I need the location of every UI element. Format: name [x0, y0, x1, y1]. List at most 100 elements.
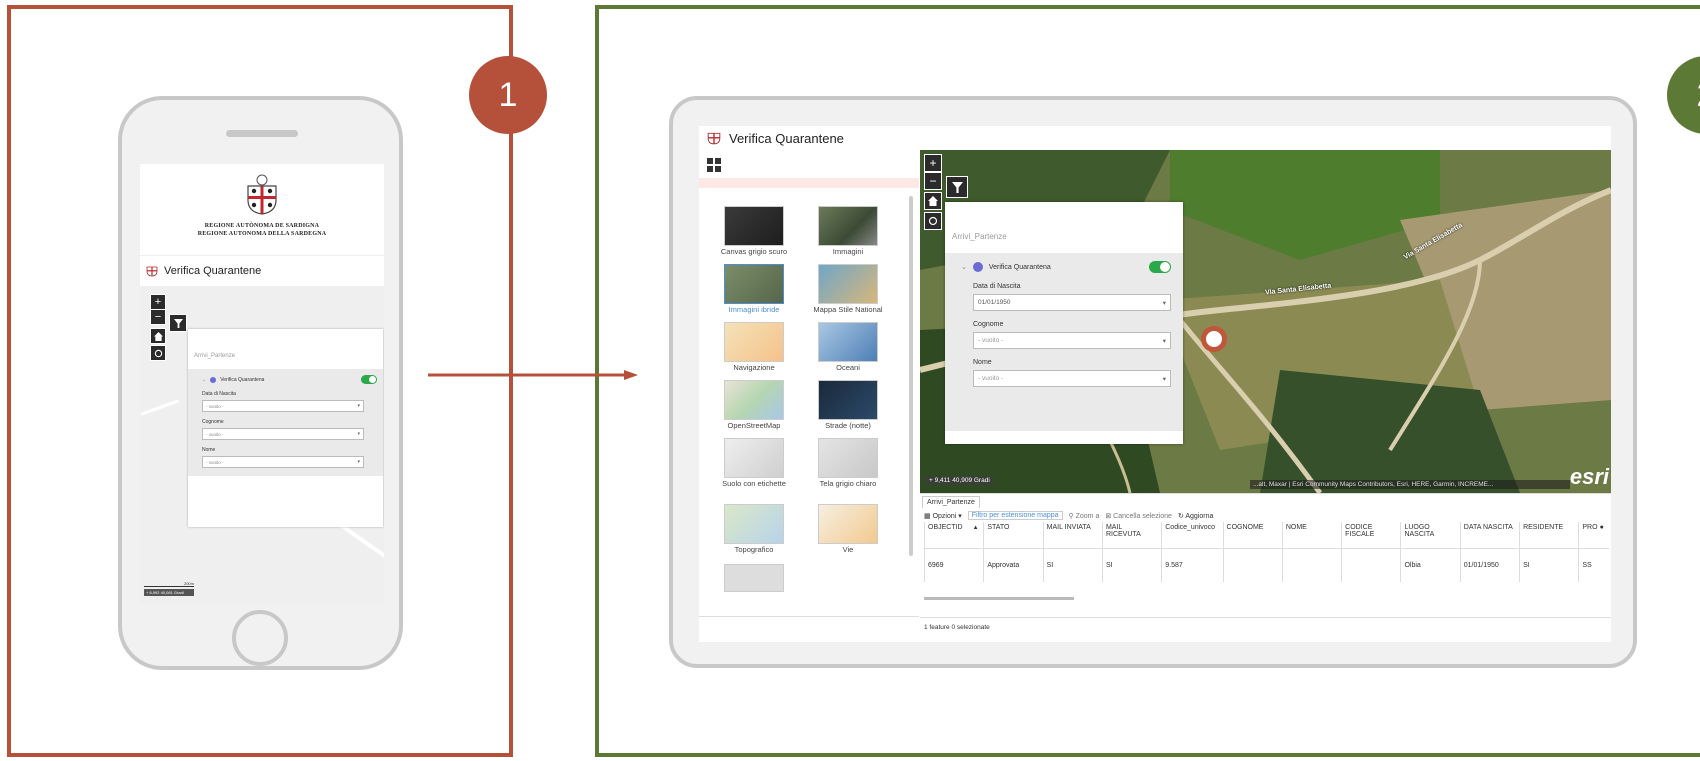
column-header[interactable]: PRO ●	[1578, 522, 1609, 548]
gallery-footer	[699, 616, 919, 642]
home-button[interactable]	[150, 328, 166, 344]
table-horizontal-scrollbar[interactable]	[924, 597, 1074, 600]
osm-thumb	[724, 380, 784, 420]
map-road	[140, 399, 180, 416]
clear-selection-label: Cancella selezione	[1113, 512, 1172, 520]
grid-icon[interactable]	[707, 158, 721, 172]
column-header[interactable]: NOME	[1281, 522, 1342, 548]
options-label: Opzioni ▾	[932, 512, 962, 520]
terrain-thumb	[724, 438, 784, 478]
dark-gray-canvas-thumb	[724, 206, 784, 246]
basemap-national-geographic[interactable]: Mappa Stile National	[805, 264, 891, 314]
filter-button[interactable]	[169, 314, 187, 332]
sort-ascending-icon: ▲	[972, 525, 979, 531]
column-header[interactable]: RESIDENTE	[1519, 522, 1579, 548]
imagery-hybrid-thumb	[724, 264, 784, 304]
surname-select[interactable]: - vuoito -	[202, 428, 364, 440]
locate-button[interactable]	[924, 212, 942, 230]
table-toolbar: ▦ Opzioni ▾ Filtro per estensione mappa …	[924, 511, 1213, 520]
coordinates-readout: + 6,992 40,081 Gradi	[144, 589, 194, 596]
column-header[interactable]: OBJECTID ▲	[923, 522, 984, 548]
basemap-imagery-hybrid[interactable]: Immagini ibride	[711, 264, 797, 314]
region-name-sardinian: REGIONE AUTÒNOMA DE SARDIGNA	[204, 223, 320, 229]
field-label: Cognome	[973, 321, 1004, 328]
basemap-streets-night[interactable]: Strade (notte)	[805, 380, 891, 430]
basemap-label: Tela grigio chiaro	[819, 479, 877, 488]
home-button[interactable]	[924, 192, 942, 210]
layer-color-icon	[210, 376, 217, 383]
basemap-label: Topografico	[734, 545, 774, 554]
attribute-grid: OBJECTID ▲ STATO MAIL INVIATA MAIL RICEV…	[923, 522, 1609, 582]
mobile-map[interactable]: + − Arrivi_Partenze ⌄ Verifica Quaranten…	[140, 286, 384, 604]
chevron-down-icon[interactable]: ⌄	[202, 377, 206, 383]
phone-screen: REGIONE AUTÒNOMA DE SARDIGNA REGIONE AUT…	[140, 164, 384, 604]
layer-toggle[interactable]	[361, 375, 377, 384]
scroll-right-icon[interactable]: ●	[1600, 524, 1604, 531]
feature-marker[interactable]	[1201, 326, 1227, 352]
basemap-label: Immagini ibride	[728, 305, 780, 314]
column-header[interactable]: CODICE FISCALE	[1341, 522, 1401, 548]
gallery-scrollbar[interactable]	[909, 196, 913, 556]
table-cell: SS	[1578, 547, 1609, 582]
basemap-dark-gray[interactable]: Canvas grigio scuro	[711, 206, 797, 256]
zoom-in-button[interactable]: +	[924, 154, 942, 172]
table-cell: SI	[1042, 547, 1103, 582]
locate-button[interactable]	[150, 345, 166, 361]
zoom-in-button[interactable]: +	[150, 294, 166, 310]
filter-by-extent-button[interactable]: Filtro per estensione mappa	[967, 511, 1063, 520]
layer-toggle[interactable]	[1149, 261, 1171, 273]
refresh-button[interactable]: ↻ Aggiorna	[1178, 512, 1213, 520]
light-gray-canvas-thumb	[818, 438, 878, 478]
table-cell: 6969	[923, 547, 984, 582]
basemap-oceans[interactable]: Oceani	[805, 322, 891, 372]
layer-filter-box: ⌄ Verifica Quarantena Data di Nascita 01…	[945, 253, 1183, 431]
zoom-out-button[interactable]: −	[150, 309, 166, 325]
basemap-label: OpenStreetMap	[727, 421, 781, 430]
oceans-thumb	[818, 322, 878, 362]
birthdate-select[interactable]: - vuoito -	[202, 400, 364, 412]
step-1-badge: 1	[469, 56, 547, 134]
column-header[interactable]: LUOGO NASCITA	[1400, 522, 1461, 548]
clear-selection-button[interactable]: ⊠ Cancella selezione	[1105, 512, 1172, 520]
scale-bar: 200m + 6,992 40,081 Gradi	[144, 581, 194, 596]
surname-select[interactable]: - vuoito -	[973, 332, 1171, 349]
name-select[interactable]: - vuoito -	[202, 456, 364, 468]
tab-arrivi-partenze[interactable]: Arrivi_Partenze	[922, 496, 980, 508]
national-geographic-thumb	[818, 264, 878, 304]
field-label: Cognome	[202, 419, 224, 425]
name-select[interactable]: - vuoito -	[973, 370, 1171, 387]
layer-row: ⌄ Verifica Quarantena	[202, 375, 377, 384]
birthdate-select[interactable]: 01/01/1950	[973, 294, 1171, 311]
column-header[interactable]: Codice_univoco	[1161, 522, 1224, 548]
desktop-map[interactable]: Via Santa Elisabetta Via Santa Elisabett…	[920, 150, 1611, 493]
navigation-thumb	[724, 322, 784, 362]
zoom-out-button[interactable]: −	[924, 172, 942, 190]
table-cell	[1341, 547, 1401, 582]
basemap-streets[interactable]: Vie	[805, 504, 891, 554]
basemap-terrain[interactable]: Suolo con etichette	[711, 438, 797, 488]
basemap-light-gray[interactable]: Tela grigio chiaro	[805, 438, 891, 488]
region-name-italian: REGIONE AUTONOMA DELLA SARDEGNA	[197, 231, 327, 237]
basemap-label: Mappa Stile National	[813, 305, 883, 314]
basemap-imagery[interactable]: Immagini	[805, 206, 891, 256]
column-header[interactable]: MAIL INVIATA	[1042, 522, 1103, 548]
table-row[interactable]: 6969 Approvata SI SI 9.587 Olbia 01/01/1…	[923, 547, 1609, 582]
options-menu[interactable]: ▦ Opzioni ▾	[924, 512, 962, 520]
table-cell: Olbia	[1400, 547, 1461, 582]
filter-button[interactable]	[946, 176, 968, 198]
widget-title: Arrivi_Partenze	[952, 232, 1007, 241]
locate-icon	[154, 349, 162, 357]
table-cell: 9.587	[1161, 547, 1224, 582]
basemap-osm[interactable]: OpenStreetMap	[711, 380, 797, 430]
column-header[interactable]: STATO	[983, 522, 1044, 548]
column-header[interactable]: MAIL RICEVUTA	[1101, 522, 1162, 548]
basemap-topographic[interactable]: Topografico	[711, 504, 797, 554]
column-header[interactable]: DATA NASCITA	[1459, 522, 1520, 548]
zoom-to-button[interactable]: ⚲ Zoom a	[1069, 512, 1100, 520]
chevron-down-icon[interactable]: ⌄	[961, 263, 967, 271]
column-header[interactable]: COGNOME	[1222, 522, 1283, 548]
basemap-navigation[interactable]: Navigazione	[711, 322, 797, 372]
filter-icon	[173, 318, 183, 328]
streets-thumb	[818, 504, 878, 544]
basemap-more[interactable]	[711, 564, 797, 594]
